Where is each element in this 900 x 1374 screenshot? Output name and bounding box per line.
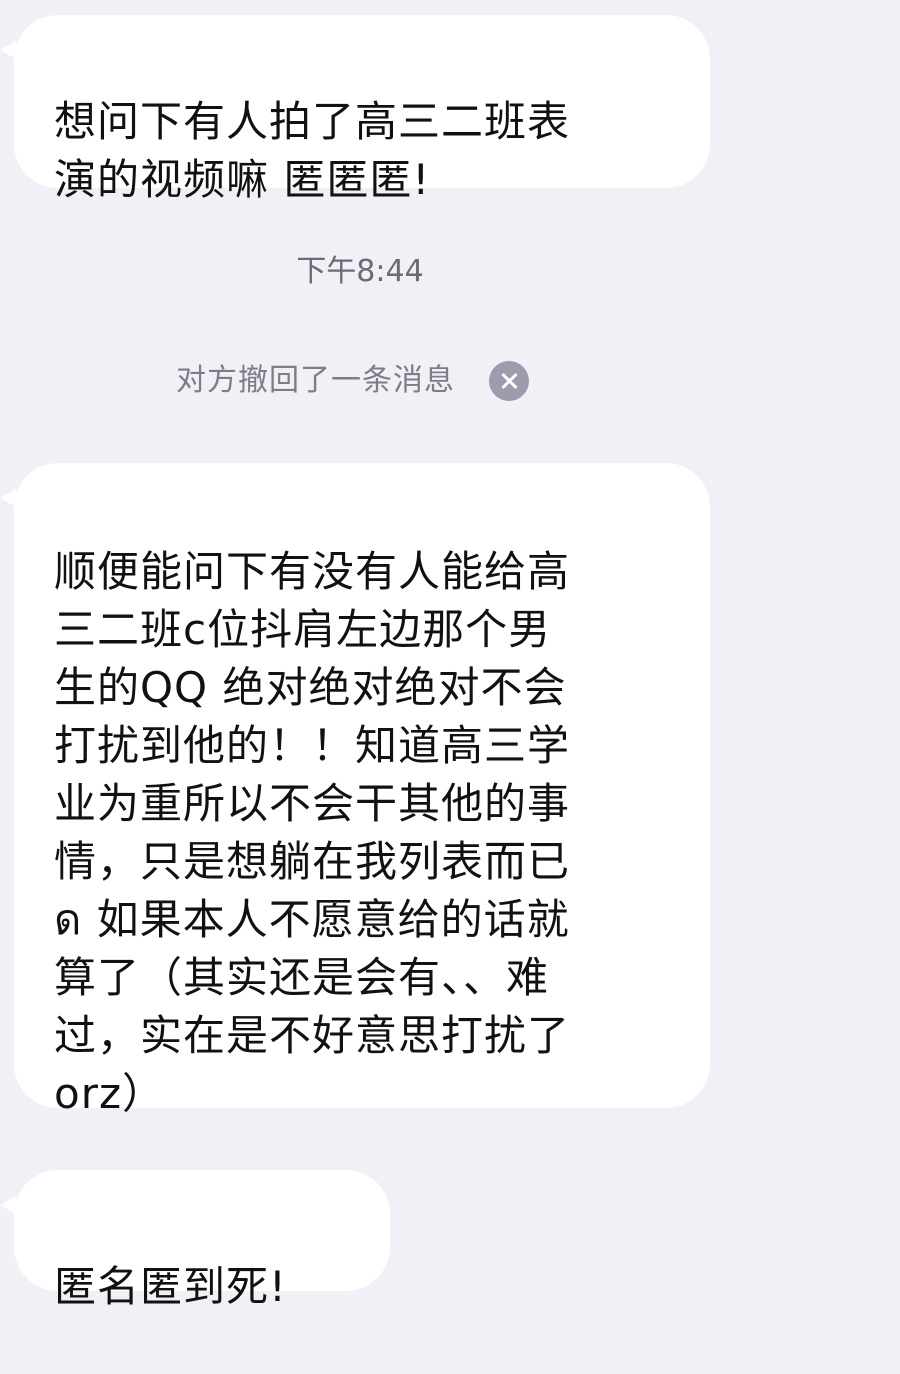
message-bubble[interactable]: 匿名匿到死! bbox=[0, 1170, 390, 1311]
message-bubble[interactable]: 顺便能问下有没有人能给高 三二班c位抖肩左边那个男 生的QQ 绝对绝对绝对不会 … bbox=[0, 463, 710, 1118]
message-text: 顺便能问下有没有人能给高 三二班c位抖肩左边那个男 生的QQ 绝对绝对绝对不会 … bbox=[54, 547, 571, 1118]
message-text: 想问下有人拍了高三二班表 演的视频嘛 匿匿匿! bbox=[54, 97, 571, 204]
message-timestamp: 下午8:44 bbox=[296, 254, 424, 289]
message-text: 匿名匿到死! bbox=[54, 1262, 287, 1311]
message-bubble[interactable]: 想问下有人拍了高三二班表 演的视频嘛 匿匿匿! bbox=[0, 15, 710, 204]
recall-notice-text: 对方撤回了一条消息 bbox=[176, 363, 455, 398]
close-circle-icon[interactable] bbox=[489, 361, 529, 401]
recall-notice: 对方撤回了一条消息 bbox=[176, 360, 529, 402]
